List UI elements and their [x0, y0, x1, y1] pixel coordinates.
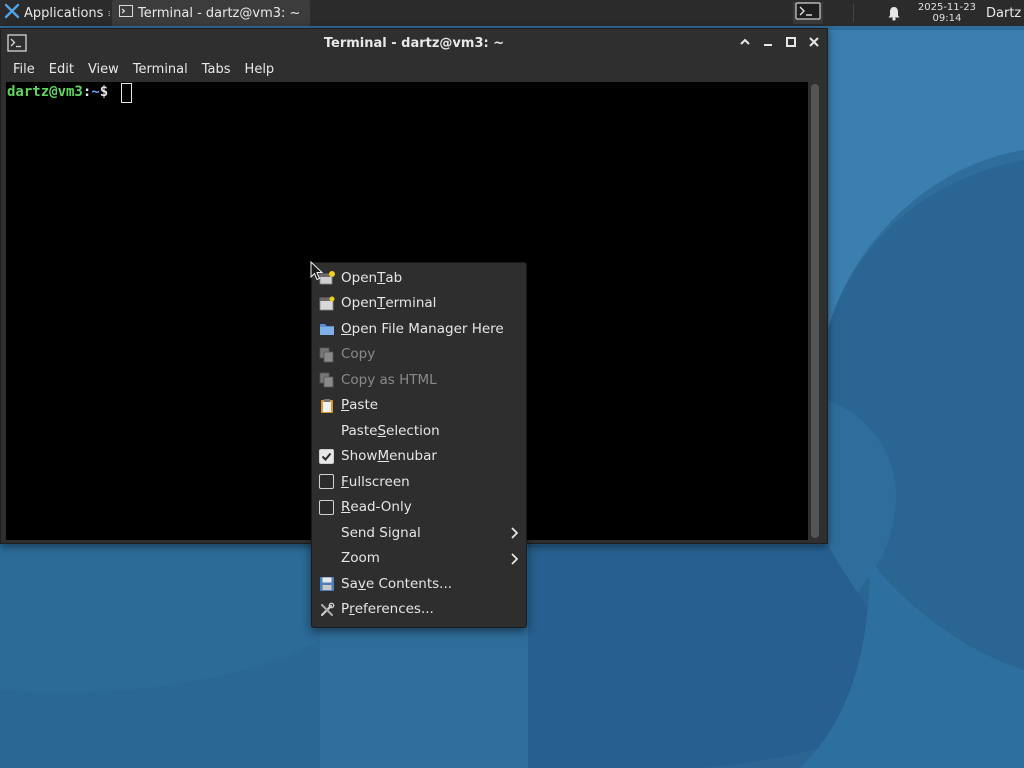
context-menu: Open Tab Open Terminal Open File Manager… — [311, 262, 527, 628]
menu-item-paste-selection[interactable]: Paste Selection — [312, 418, 526, 444]
taskbar-terminal-label: Terminal - dartz@vm3: ~ — [138, 5, 301, 21]
read-only-checkbox[interactable] — [319, 499, 334, 515]
taskbar-terminal-button[interactable]: Terminal - dartz@vm3: ~ — [112, 0, 310, 26]
menu-tabs[interactable]: Tabs — [195, 62, 238, 77]
menu-item-save-contents[interactable]: Sa v e Contents... — [312, 571, 526, 597]
clock-time: 09:14 — [932, 13, 962, 24]
copy-html-icon — [319, 372, 335, 388]
copy-icon — [319, 347, 335, 363]
menu-file[interactable]: File — [6, 62, 42, 77]
save-icon — [319, 576, 335, 592]
menu-indicator-icon: ≡ — [107, 7, 110, 20]
menu-item-read-only[interactable]: Read-Only — [312, 495, 526, 521]
menu-terminal[interactable]: Terminal — [126, 62, 195, 77]
menu-view[interactable]: View — [81, 62, 126, 77]
panel-clock[interactable]: 2025-11-23 09:14 — [918, 2, 976, 24]
new-window-icon — [319, 296, 335, 312]
close-icon[interactable] — [806, 33, 821, 51]
bell-icon[interactable] — [884, 6, 904, 21]
applications-label: Applications — [24, 5, 104, 21]
applications-menu-button[interactable]: Applications ≡ — [0, 0, 110, 26]
menu-edit[interactable]: Edit — [42, 62, 81, 77]
paste-icon — [319, 398, 335, 414]
checkmark-icon — [321, 452, 332, 461]
terminal-icon — [118, 3, 134, 23]
menu-item-zoom[interactable]: Zoom — [312, 546, 526, 572]
top-panel: Applications ≡ Terminal - dartz@vm3: ~ 2… — [0, 0, 1024, 26]
terminal-launcher-icon — [795, 2, 821, 24]
prompt-colon: : — [82, 84, 92, 100]
panel-separator — [852, 4, 854, 22]
submenu-arrow-icon — [510, 552, 519, 569]
minimize-icon[interactable] — [760, 33, 775, 51]
menu-item-open-terminal[interactable]: Open Terminal — [312, 291, 526, 317]
fullscreen-checkbox[interactable] — [319, 474, 334, 489]
menu-item-show-menubar[interactable]: Show Menubar — [312, 444, 526, 470]
show-menubar-checkbox[interactable] — [319, 448, 334, 464]
menu-item-paste[interactable]: Paste — [312, 393, 526, 419]
terminal-launcher-button[interactable] — [792, 2, 823, 24]
shade-icon[interactable] — [737, 33, 752, 51]
submenu-arrow-icon — [510, 527, 519, 543]
menu-item-copy-as-html[interactable]: Copy as HTML — [312, 367, 526, 393]
prompt-path: ~ — [91, 84, 100, 100]
menu-item-preferences[interactable]: Pr eferences... — [312, 597, 526, 623]
folder-icon — [319, 321, 335, 337]
terminal-icon[interactable] — [7, 34, 27, 56]
window-title: Terminal - dartz@vm3: ~ — [323, 35, 505, 51]
maximize-icon[interactable] — [783, 33, 798, 51]
menu-item-fullscreen[interactable]: Fullscreen — [312, 469, 526, 495]
mouse-pointer-icon — [310, 260, 324, 285]
menu-item-open-tab[interactable]: Open Tab — [312, 265, 526, 291]
menu-help[interactable]: Help — [238, 62, 282, 77]
menu-item-open-file-manager[interactable]: Open File Manager Here — [312, 316, 526, 342]
menu-item-send-signal[interactable]: Send Signal — [312, 520, 526, 546]
menu-item-copy[interactable]: Copy — [312, 342, 526, 368]
menubar: File Edit View Terminal Tabs Help — [1, 57, 827, 81]
prompt-symbol: $ — [99, 84, 117, 100]
user-menu-button[interactable]: Dartz — [986, 0, 1024, 26]
prompt-user-host: dartz@vm3 — [7, 84, 83, 100]
clock-date: 2025-11-23 — [917, 2, 976, 13]
xfce-logo-icon — [4, 3, 20, 23]
window-controls — [737, 33, 821, 51]
text-cursor — [120, 83, 132, 103]
shell-prompt: dartz@vm3 : ~ $ — [7, 83, 132, 103]
preferences-tools-icon — [319, 602, 335, 618]
user-label: Dartz — [986, 5, 1022, 21]
terminal-scrollbar[interactable] — [811, 84, 819, 538]
window-titlebar[interactable]: Terminal - dartz@vm3: ~ — [1, 29, 827, 57]
